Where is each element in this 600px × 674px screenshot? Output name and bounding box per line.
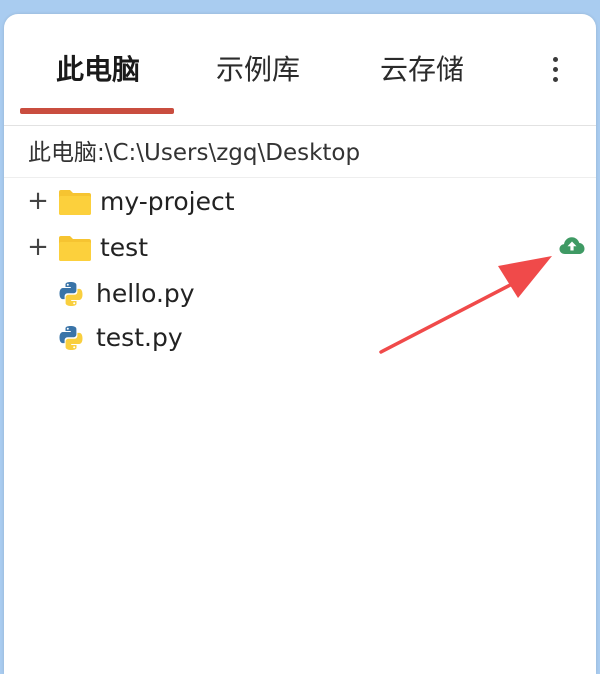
tab-this-computer[interactable]: 此电脑 — [20, 50, 176, 90]
python-icon — [59, 282, 83, 306]
tree-row-folder[interactable]: + test — [4, 226, 596, 270]
tree-item-label: test.py — [96, 323, 183, 352]
tab-divider — [4, 125, 596, 126]
current-path: 此电脑:\C:\Users\zgq\Desktop — [28, 140, 361, 166]
path-divider — [4, 177, 596, 178]
tree-item-label: hello.py — [96, 279, 195, 308]
folder-icon — [59, 190, 91, 215]
tree-item-label: my-project — [100, 187, 235, 216]
tab-examples[interactable]: 示例库 — [180, 50, 336, 90]
expand-icon[interactable]: + — [26, 232, 50, 262]
tab-bar: 此电脑 示例库 云存储 — [4, 14, 596, 126]
more-menu-icon[interactable] — [540, 54, 570, 88]
tree-row-file[interactable]: hello.py — [4, 272, 596, 316]
file-browser-panel: 此电脑 示例库 云存储 此电脑:\C:\Users\zgq\Desktop + … — [4, 14, 596, 674]
tree-item-label: test — [100, 233, 149, 262]
expand-icon[interactable]: + — [26, 186, 50, 216]
active-tab-indicator — [20, 108, 174, 114]
tree-row-folder[interactable]: + my-project — [4, 180, 596, 224]
tree-row-file[interactable]: test.py — [4, 316, 596, 360]
cloud-upload-icon[interactable] — [558, 234, 586, 256]
tab-cloud-storage[interactable]: 云存储 — [344, 50, 500, 90]
python-icon — [59, 326, 83, 350]
folder-icon — [59, 236, 91, 261]
